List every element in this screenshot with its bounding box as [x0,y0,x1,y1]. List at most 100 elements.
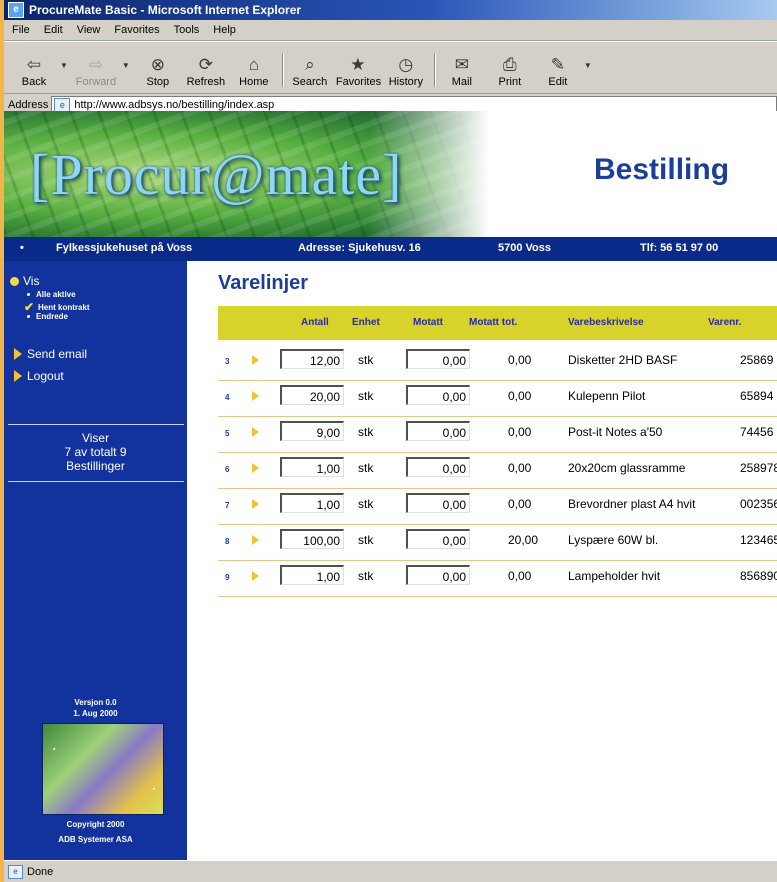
antall-input[interactable]: 20,00 [280,385,344,405]
edit-label: Edit [548,76,568,88]
home-label: Home [239,76,269,88]
varebeskrivelse-cell: Kulepenn Pilot [568,389,646,403]
home-button[interactable]: ⌂ Home [232,54,276,89]
send-email-link[interactable]: Send email [14,347,87,361]
vis-label: Vis [23,274,40,288]
history-label: History [388,76,423,88]
motatt-input[interactable]: 0,00 [406,385,470,405]
varebeskrivelse-cell: Brevordner plast A4 hvit [568,497,696,511]
enhet-cell: stk [358,569,374,583]
copyright-line: Copyright 2000 [66,820,125,829]
col-antall: Antall [301,317,329,328]
motatt-input[interactable]: 0,00 [406,529,470,549]
row-select-arrow-icon[interactable] [252,355,259,365]
menu-view[interactable]: View [77,24,101,36]
menu-favorites[interactable]: Favorites [114,24,159,36]
menu-file[interactable]: File [12,24,30,36]
antall-input[interactable]: 100,00 [280,529,344,549]
search-label: Search [292,76,328,88]
refresh-button[interactable]: ⟳ Refresh [184,54,228,89]
back-label: Back [21,76,47,88]
back-dropdown-icon[interactable]: ▼ [60,61,68,70]
sidebar-divider [8,481,184,482]
forward-button[interactable]: ⇨ Forward [74,54,118,89]
print-button[interactable]: ⎙ Print [488,54,532,89]
enhet-cell: stk [358,425,374,439]
row-select-arrow-icon[interactable] [252,427,259,437]
motatt-input[interactable]: 0,00 [406,349,470,369]
row-select-arrow-icon[interactable] [252,463,259,473]
vis-menu[interactable]: Vis [10,274,39,288]
row-select-arrow-icon[interactable] [252,391,259,401]
count-info: Viser 7 av totalt 9 Bestillinger [4,431,187,473]
enhet-cell: stk [358,353,374,367]
motatt-input[interactable]: 0,00 [406,565,470,585]
sidebar: Vis Alle aktive ✔ Hent kontrakt Endrede S… [4,261,187,860]
enhet-cell: stk [358,533,374,547]
edit-button[interactable]: ✎ Edit [536,54,580,89]
company-name: ADB Systemer ASA [58,835,133,844]
history-icon: ◷ [398,55,414,74]
antall-input[interactable]: 1,00 [280,565,344,585]
back-button[interactable]: ⇦ Back [12,54,56,89]
antall-input[interactable]: 1,00 [280,493,344,513]
forward-arrow-icon: ⇨ [88,55,104,74]
motatt-input[interactable]: 0,00 [406,421,470,441]
row-select-arrow-icon[interactable] [252,499,259,509]
logout-label: Logout [27,369,64,383]
search-icon: ⌕ [305,55,315,74]
status-text: Done [27,866,54,878]
varenr-cell: 258978 [740,461,777,475]
motatt-input[interactable]: 0,00 [406,493,470,513]
search-button[interactable]: ⌕ Search [288,54,332,89]
menu-help[interactable]: Help [213,24,236,36]
antall-input[interactable]: 12,00 [280,349,344,369]
filter-alle-aktive[interactable]: Alle aktive [24,290,76,299]
enhet-cell: stk [358,461,374,475]
col-motatt: Motatt [413,317,443,328]
bullet-icon [27,315,30,318]
info-bar: • Fylkessjukehuset på Voss Adresse: Sjuk… [4,237,777,261]
stop-button[interactable]: ⊗ Stop [136,54,180,89]
motatt-tot-cell: 0,00 [508,569,532,583]
print-icon: ⎙ [503,55,517,74]
row-select-arrow-icon[interactable] [252,535,259,545]
row-select-arrow-icon[interactable] [252,571,259,581]
home-icon: ⌂ [248,55,259,74]
menu-tools[interactable]: Tools [174,24,200,36]
logout-link[interactable]: Logout [14,369,64,383]
enhet-cell: stk [358,497,374,511]
count-line: Bestillinger [66,459,125,473]
mail-button[interactable]: ✉ Mail [440,54,484,89]
varenr-cell: 25869 [740,353,774,367]
page-title: Bestilling [594,153,730,186]
antall-input[interactable]: 9,00 [280,421,344,441]
back-arrow-icon: ⇦ [26,55,42,74]
enhet-cell: stk [358,389,374,403]
copyright-info: Copyright 2000 ADB Systemer ASA [4,819,187,845]
varebeskrivelse-cell: Lyspære 60W bl. [568,533,659,547]
sidebar-image: ▪ ▪ [42,723,164,815]
toolbar: ⇦ Back ▼ ⇨ Forward ▼ ⊗ Stop ⟳ Refresh ⌂ Home … [4,41,777,94]
toolbar-separator [281,53,284,87]
arrow-right-icon [14,348,22,360]
browser-window: e ProcureMate Basic - Microsoft Internet… [4,0,777,882]
menu-edit[interactable]: Edit [44,24,63,36]
row-number: 3 [225,357,230,366]
table-row: 4 20,00 stk 0,00 0,00 Kulepenn Pilot 65894 [218,381,777,417]
more-dropdown-icon[interactable]: ▼ [584,61,592,70]
row-number: 8 [225,537,230,546]
row-number: 7 [225,501,230,510]
motatt-input[interactable]: 0,00 [406,457,470,477]
varebeskrivelse-cell: Lampeholder hvit [568,569,661,583]
table-row: 9 1,00 stk 0,00 0,00 Lampeholder hvit 856890 [218,561,777,597]
history-button[interactable]: ◷ History [384,54,428,89]
forward-dropdown-icon[interactable]: ▼ [122,61,130,70]
favorites-button[interactable]: ★ Favorites [336,54,381,89]
antall-input[interactable]: 1,00 [280,457,344,477]
table-row: 6 1,00 stk 0,00 0,00 20x20cm glassramme 258978 [218,453,777,489]
filter-endrede[interactable]: Endrede [24,312,68,321]
send-email-label: Send email [27,347,88,361]
row-divider [218,596,777,597]
yellow-dot-icon [10,276,19,286]
